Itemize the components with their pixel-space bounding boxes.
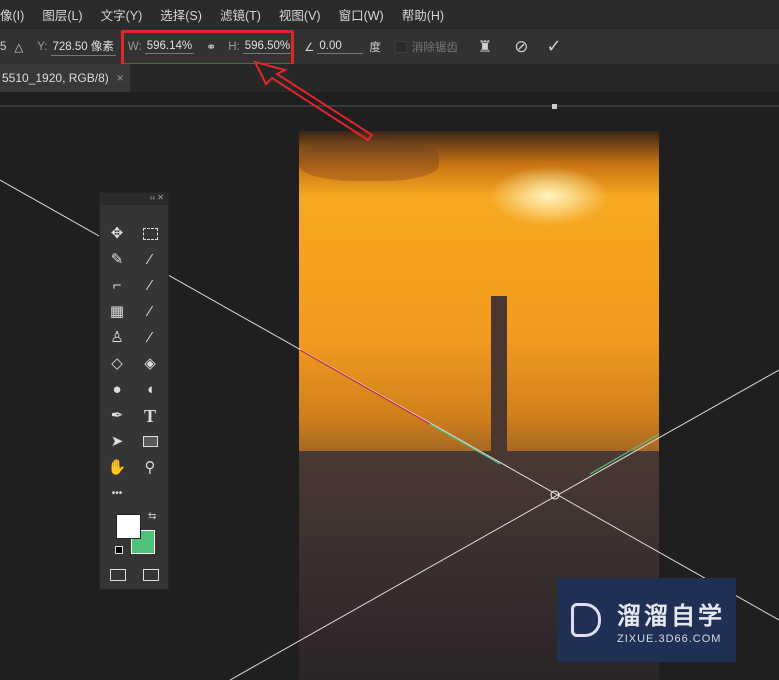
play-logo-icon: [571, 603, 601, 637]
magic-wand-tool[interactable]: ⁄: [139, 249, 161, 271]
quick-mask-icon[interactable]: [110, 569, 126, 581]
watermark-title: 溜溜自学: [617, 602, 725, 630]
red-arrow: [253, 60, 374, 142]
watermark-logo: 溜溜自学 ZIXUE.3D66.COM: [557, 578, 736, 662]
lasso-tool[interactable]: ✎: [106, 249, 128, 271]
toolbar-panel: ‹‹ ✕ ✥ ✎ ⁄ ⌐ ⁄ ▦ ⁄ ♙ ⁄ ◇ ◈ ● ◖ ✒ T ➤ ✋ ⚲…: [99, 192, 169, 590]
marquee-tool[interactable]: [139, 223, 161, 245]
screen-mode-icon[interactable]: [143, 569, 159, 581]
eraser-tool[interactable]: ◇: [106, 353, 128, 375]
rectangle-tool[interactable]: [139, 431, 161, 453]
pen-tool[interactable]: ✒: [106, 405, 128, 427]
zoom-tool[interactable]: ⚲: [139, 457, 161, 479]
healing-tool[interactable]: ▦: [106, 301, 128, 323]
crop-tool[interactable]: ⌐: [106, 275, 128, 297]
path-select-tool[interactable]: ➤: [106, 431, 128, 453]
panel-header[interactable]: ‹‹ ✕: [100, 193, 168, 205]
eyedropper-tool[interactable]: ⁄: [139, 275, 161, 297]
swap-colors-icon[interactable]: ⇆: [148, 511, 156, 522]
dodge-tool[interactable]: ◖: [139, 379, 161, 401]
stamp-tool[interactable]: ♙: [106, 327, 128, 349]
hand-tool[interactable]: ✋: [106, 457, 128, 479]
move-tool[interactable]: ✥: [106, 223, 128, 245]
default-colors-icon[interactable]: [115, 546, 123, 554]
history-brush-tool[interactable]: ⁄: [139, 327, 161, 349]
watermark-url: ZIXUE.3D66.COM: [617, 632, 722, 645]
paint-bucket-tool[interactable]: ◈: [139, 353, 161, 375]
blur-tool[interactable]: ●: [106, 379, 128, 401]
foreground-color-swatch[interactable]: [116, 514, 141, 539]
type-tool[interactable]: T: [139, 405, 161, 427]
transform-handle: [552, 104, 557, 109]
more-tools[interactable]: •••: [106, 483, 128, 505]
brush-tool[interactable]: ⁄: [139, 301, 161, 323]
